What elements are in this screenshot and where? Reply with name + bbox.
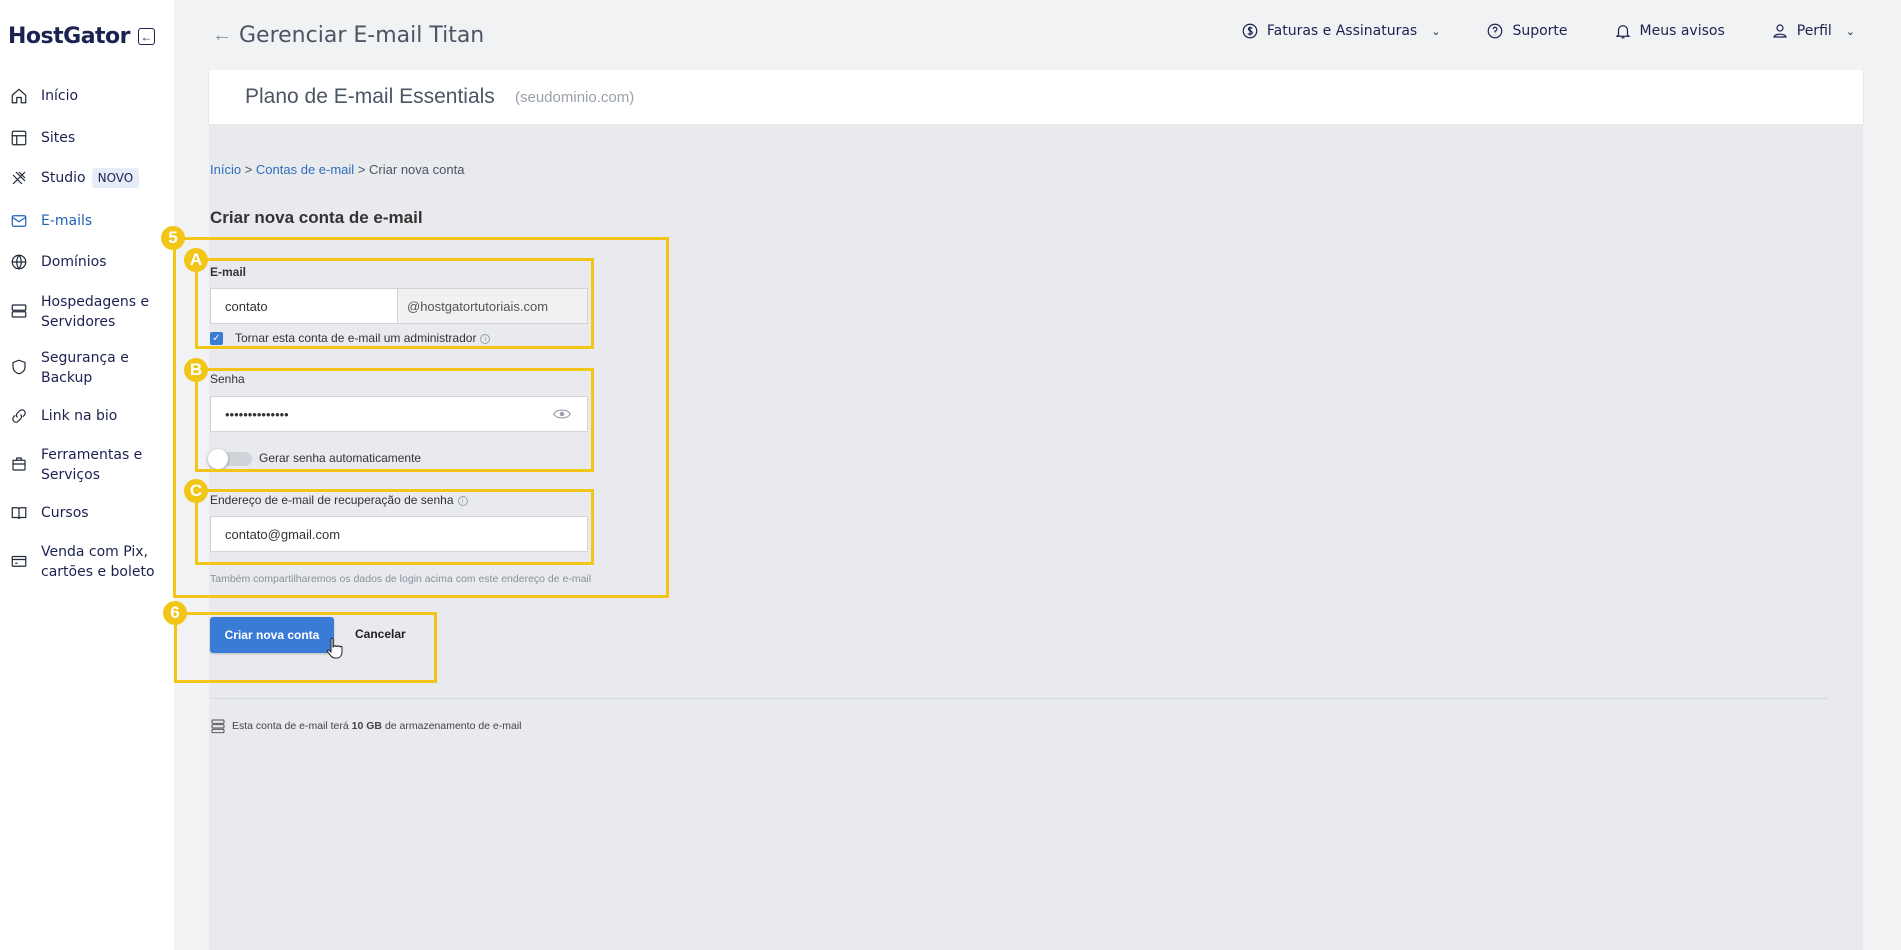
annotation-box-step6 bbox=[174, 612, 437, 683]
book-icon bbox=[9, 503, 29, 523]
storage-note: Esta conta de e-mail terá 10 GB de armaz… bbox=[210, 718, 522, 734]
studio-label: Studio bbox=[41, 170, 86, 186]
support-link[interactable]: Suporte bbox=[1486, 22, 1568, 40]
sidebar-item-inicio[interactable]: Início bbox=[0, 86, 174, 106]
sidebar-item-ferramentas[interactable]: Ferramentas e Serviços bbox=[0, 445, 174, 485]
sidebar-item-label: Studio NOVO bbox=[41, 168, 140, 188]
profile-label: Perfil bbox=[1796, 23, 1832, 39]
sidebar-item-label: Segurança e Backup bbox=[41, 350, 129, 386]
annotation-badge-a: A bbox=[184, 248, 208, 272]
top-actions: Faturas e Assinaturas ⌄ Suporte Meus avi… bbox=[1241, 22, 1901, 40]
sidebar-item-seguranca[interactable]: Segurança e Backup bbox=[0, 348, 174, 388]
billing-menu[interactable]: Faturas e Assinaturas ⌄ bbox=[1241, 22, 1441, 40]
billing-label: Faturas e Assinaturas bbox=[1266, 23, 1418, 39]
sidebar-item-label: Venda com Pix, cartões e boleto bbox=[41, 544, 155, 580]
notices-label: Meus avisos bbox=[1639, 23, 1725, 39]
storage-note-suffix: de armazenamento de e-mail bbox=[384, 720, 522, 732]
chevron-down-icon: ⌄ bbox=[1431, 24, 1441, 38]
sidebar-item-label: Hospedagens e Servidores bbox=[41, 294, 150, 330]
storage-note-prefix: Esta conta de e-mail terá bbox=[232, 720, 349, 732]
form-title: Criar nova conta de e-mail bbox=[210, 208, 423, 227]
breadcrumb-separator: > bbox=[357, 162, 366, 177]
divider bbox=[210, 698, 1828, 699]
sidebar-item-studio[interactable]: Studio NOVO bbox=[0, 168, 174, 188]
storage-icon bbox=[211, 719, 225, 734]
server-icon bbox=[9, 301, 29, 321]
storage-note-text: Esta conta de e-mail terá 10 GB de armaz… bbox=[232, 720, 522, 732]
sidebar-item-cursos[interactable]: Cursos bbox=[0, 503, 174, 523]
sidebar-item-label: Início bbox=[41, 88, 79, 104]
profile-menu[interactable]: Perfil ⌄ bbox=[1771, 22, 1855, 40]
notices-link[interactable]: Meus avisos bbox=[1614, 22, 1725, 40]
support-label: Suporte bbox=[1512, 23, 1568, 39]
sidebar-item-venda[interactable]: Venda com Pix, cartões e boleto bbox=[0, 542, 174, 582]
sidebar-item-dominios[interactable]: Domínios bbox=[0, 252, 174, 272]
annotation-box-a bbox=[195, 258, 594, 349]
logo-text: HostGator bbox=[8, 24, 131, 49]
dollar-icon bbox=[1242, 23, 1258, 39]
new-badge: NOVO bbox=[91, 168, 140, 188]
back-arrow-icon[interactable]: ← bbox=[212, 24, 232, 47]
globe-icon bbox=[9, 252, 29, 272]
home-icon bbox=[9, 86, 29, 106]
sidebar-item-sites[interactable]: Sites bbox=[0, 128, 174, 148]
studio-icon bbox=[9, 168, 29, 188]
user-icon bbox=[1773, 24, 1787, 38]
logo[interactable]: HostGator ← bbox=[8, 24, 156, 49]
sidebar-item-hospedagens[interactable]: Hospedagens e Servidores bbox=[0, 292, 174, 332]
breadcrumb-accounts[interactable]: Contas de e-mail bbox=[256, 162, 354, 177]
breadcrumb: Início > Contas de e-mail > Criar nova c… bbox=[210, 162, 464, 177]
sidebar-item-label: Sites bbox=[41, 130, 76, 146]
bell-icon bbox=[1615, 25, 1630, 39]
top-header: ← Gerenciar E-mail Titan Faturas e Assin… bbox=[174, 0, 1901, 70]
plan-name: Plano de E-mail Essentials bbox=[245, 85, 495, 108]
breadcrumb-separator: > bbox=[244, 162, 253, 177]
annotation-badge-step5: 5 bbox=[161, 226, 185, 250]
sidebar-item-label: Cursos bbox=[41, 505, 89, 521]
annotation-box-b bbox=[195, 368, 594, 472]
layout-icon bbox=[9, 128, 29, 148]
sidebar: HostGator ← Início Sites Studio NOVO E-ma… bbox=[0, 0, 174, 950]
annotation-box-c bbox=[195, 489, 594, 565]
sidebar-item-link-na-bio[interactable]: Link na bio bbox=[0, 406, 174, 426]
breadcrumb-current: Criar nova conta bbox=[369, 162, 465, 177]
tools-icon bbox=[9, 454, 29, 474]
shield-icon bbox=[9, 357, 29, 377]
breadcrumb-home[interactable]: Início bbox=[210, 162, 241, 177]
annotation-badge-c: C bbox=[184, 479, 208, 503]
mail-icon bbox=[9, 211, 29, 231]
sidebar-item-label: Link na bio bbox=[41, 408, 118, 424]
sidebar-item-label: E-mails bbox=[41, 213, 93, 229]
collapse-sidebar-icon[interactable]: ← bbox=[138, 28, 156, 45]
plan-card: Plano de E-mail Essentials (seudominio.c… bbox=[209, 70, 1863, 124]
sidebar-item-label: Domínios bbox=[41, 254, 107, 270]
sidebar-item-label: Ferramentas e Serviços bbox=[41, 447, 143, 483]
annotation-badge-b: B bbox=[184, 358, 208, 382]
page-title: Gerenciar E-mail Titan bbox=[239, 23, 485, 48]
link-icon bbox=[9, 406, 29, 426]
storage-amount: 10 GB bbox=[351, 720, 383, 732]
help-icon bbox=[1488, 23, 1503, 39]
annotation-badge-step6: 6 bbox=[163, 601, 187, 625]
plan-domain: (seudominio.com) bbox=[515, 89, 635, 106]
chevron-down-icon: ⌄ bbox=[1845, 24, 1855, 38]
payment-icon bbox=[9, 551, 29, 571]
sidebar-item-emails[interactable]: E-mails bbox=[0, 211, 174, 231]
